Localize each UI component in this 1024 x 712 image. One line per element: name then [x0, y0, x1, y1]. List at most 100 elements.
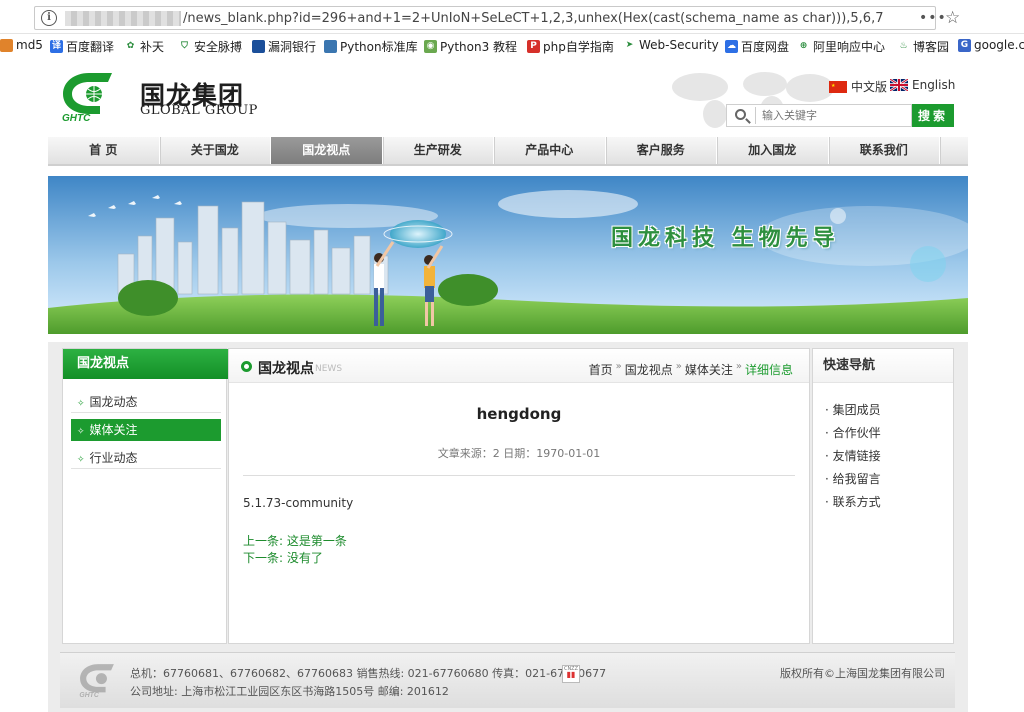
article-divider: [243, 475, 795, 476]
bookmark-label: Web-Security: [639, 38, 719, 52]
bugbank-icon: [252, 40, 265, 53]
section-bullet-icon: [241, 361, 252, 372]
cnzz-stat-icon[interactable]: CNZZ ▮▮: [562, 665, 580, 683]
bookmark-label: Python标准库: [340, 40, 418, 54]
google-icon: G: [958, 38, 971, 52]
article-body: 5.1.73-community: [243, 496, 354, 510]
breadcrumb-item-0[interactable]: 首页: [589, 361, 613, 378]
banner-slogan: 国龙科技 生物先导: [611, 226, 840, 251]
breadcrumb: 首页» 国龙视点» 媒体关注» 详细信息: [589, 361, 793, 378]
breadcrumb-item-1[interactable]: 国龙视点: [625, 361, 673, 378]
nav-item-6[interactable]: 加入国龙: [717, 137, 829, 164]
site-info-icon[interactable]: i: [41, 10, 57, 26]
baidu-pan-icon: ☁: [725, 40, 738, 53]
article-panel-header: 国龙视点 NEWS 首页» 国龙视点» 媒体关注» 详细信息: [229, 349, 809, 383]
bookmark-baidu-pan[interactable]: ☁ 百度网盘: [725, 38, 789, 55]
sidebar-item-0[interactable]: ✧ 国龙动态: [71, 391, 221, 413]
ghtc-logo-icon: GHTC: [62, 73, 112, 122]
nav-item-2[interactable]: 国龙视点: [271, 137, 383, 164]
footer-contact: 总机：67760681、67760682、67760683 销售热线: 021-…: [130, 667, 607, 680]
bookmark-python[interactable]: Python标准库: [324, 38, 418, 55]
bookmark-cnblogs[interactable]: ♨ 博客园: [897, 38, 949, 55]
nav-item-5[interactable]: 客户服务: [606, 137, 717, 164]
bookmark-shield[interactable]: ⛉ 安全脉搏: [178, 38, 242, 55]
search-icon: [735, 109, 746, 120]
quick-nav-item-2[interactable]: · 友情链接: [825, 447, 881, 464]
address-bar[interactable]: i /news_blank.php?id=296+and+1=2+UnIoN+S…: [34, 6, 960, 30]
bookmark-websecurity[interactable]: ➤ Web-Security: [623, 38, 719, 52]
nav-item-0[interactable]: 首 页: [48, 137, 160, 164]
search-button[interactable]: 搜索: [912, 104, 954, 127]
runoob-icon: ◉: [424, 40, 437, 53]
globe-icon: ⊕: [799, 41, 808, 51]
lang-en-link[interactable]: English: [890, 78, 955, 92]
bookmark-label: 百度网盘: [741, 40, 790, 54]
bookmarks-bar: md5 译百度翻译 ✿ 补天 ⛉ 安全脉搏 漏洞银行 Python标准库 ◉ Python3 教程…: [0, 34, 1024, 58]
next-article-link[interactable]: 下一条: 没有了: [243, 549, 323, 566]
bookmark-label: 百度翻译: [66, 40, 115, 54]
redacted-host: [65, 11, 181, 26]
search-input[interactable]: [755, 107, 905, 124]
more-actions-icon[interactable]: •••: [919, 10, 947, 26]
footer-logo-icon: GHTC: [79, 664, 114, 699]
quick-nav-panel: 快速导航 · 集团成员 · 合作伙伴 · 友情链接 · 给我留言 · 联系方式: [812, 348, 954, 644]
svg-text:★: ★: [831, 83, 836, 89]
md5-icon: [0, 38, 13, 52]
bookmark-bugbank[interactable]: 漏洞银行: [252, 38, 316, 55]
china-flag-icon: ★: [829, 80, 847, 93]
article-panel: 国龙视点 NEWS 首页» 国龙视点» 媒体关注» 详细信息 hengdong 文章来…: [228, 348, 810, 644]
sidebar-item-2[interactable]: ✧ 行业动态: [71, 447, 221, 469]
quick-nav-title: 快速导航: [813, 349, 953, 383]
quick-nav-item-1[interactable]: · 合作伙伴: [825, 424, 881, 441]
section-title: 国龙视点: [258, 361, 314, 377]
breadcrumb-item-2[interactable]: 媒体关注: [685, 361, 733, 378]
bookmark-star-icon[interactable]: ☆: [945, 8, 960, 28]
footer-logo-abbr: GHTC: [79, 692, 100, 699]
bookmark-label: 阿里响应中心: [813, 40, 886, 54]
nav-item-3[interactable]: 生产研发: [383, 137, 494, 164]
search-box: [726, 104, 912, 127]
article-title: hengdong: [476, 405, 562, 423]
sidebar-item-label: 媒体关注: [89, 423, 138, 437]
php-icon: P: [527, 40, 540, 53]
diamond-bullet-icon: ✧: [77, 455, 85, 465]
main-nav: 首 页关于国龙 国龙视点 生产研发 产品中心 客户服务 加入国龙 联系我们: [48, 137, 968, 166]
butian-icon: ✿: [126, 41, 135, 51]
article-meta: 文章来源：2 日期：1970-01-01: [437, 447, 601, 460]
breadcrumb-separator: »: [675, 361, 682, 372]
logo-abbr: GHTC: [62, 113, 91, 122]
quick-nav-item-3[interactable]: · 给我留言: [825, 470, 881, 487]
footer-copyright: 版权所有©上海国龙集团有限公司: [780, 667, 945, 680]
sidebar-item-label: 国龙动态: [89, 395, 138, 409]
sidebar-item-1[interactable]: ✧ 媒体关注: [71, 419, 221, 441]
bookmark-butian[interactable]: ✿ 补天: [124, 38, 164, 55]
bookmark-label: 安全脉搏: [194, 40, 243, 54]
python-icon: [324, 40, 337, 53]
footer-address: 公司地址: 上海市松江工业园区东区书海路1505号 邮编: 201612: [130, 685, 449, 698]
websecurity-icon: ➤: [625, 39, 634, 50]
bookmark-baidu-translate[interactable]: 译百度翻译: [50, 38, 114, 55]
nav-item-4[interactable]: 产品中心: [494, 137, 606, 164]
diamond-bullet-icon: ✧: [77, 427, 85, 437]
lang-cn-link[interactable]: ★ 中文版: [829, 78, 887, 95]
prev-article-link[interactable]: 上一条: 这是第一条: [243, 532, 347, 549]
bookmark-google[interactable]: Ggoogle.c: [958, 38, 1024, 52]
browser-toolbar: i /news_blank.php?id=296+and+1=2+UnIoN+S…: [0, 0, 1024, 34]
nav-item-7[interactable]: 联系我们: [829, 137, 940, 164]
bookmark-label: 补天: [140, 40, 165, 54]
quick-nav-item-0[interactable]: · 集团成员: [825, 401, 881, 418]
quick-nav-item-4[interactable]: · 联系方式: [825, 493, 881, 510]
cnblogs-icon: ♨: [899, 41, 908, 51]
bookmark-globe[interactable]: ⊕ 阿里响应中心: [797, 38, 885, 55]
url-text[interactable]: /news_blank.php?id=296+and+1=2+UnIoN+SeL…: [183, 11, 883, 26]
shield-icon: ⛉: [181, 41, 188, 51]
bookmark-runoob[interactable]: ◉ Python3 教程: [424, 38, 517, 55]
left-sidebar: 国龙视点 ✧ 国龙动态 ✧ 媒体关注 ✧ 行业动态: [62, 348, 228, 644]
breadcrumb-item-3: 详细信息: [744, 363, 793, 377]
diamond-bullet-icon: ✧: [77, 399, 85, 409]
nav-item-1[interactable]: 关于国龙: [160, 137, 271, 164]
lang-cn-label: 中文版: [851, 80, 888, 94]
uk-flag-icon: [890, 79, 908, 91]
bookmark-php[interactable]: Pphp自学指南: [527, 38, 614, 55]
bookmark-md5[interactable]: md5: [0, 38, 43, 52]
